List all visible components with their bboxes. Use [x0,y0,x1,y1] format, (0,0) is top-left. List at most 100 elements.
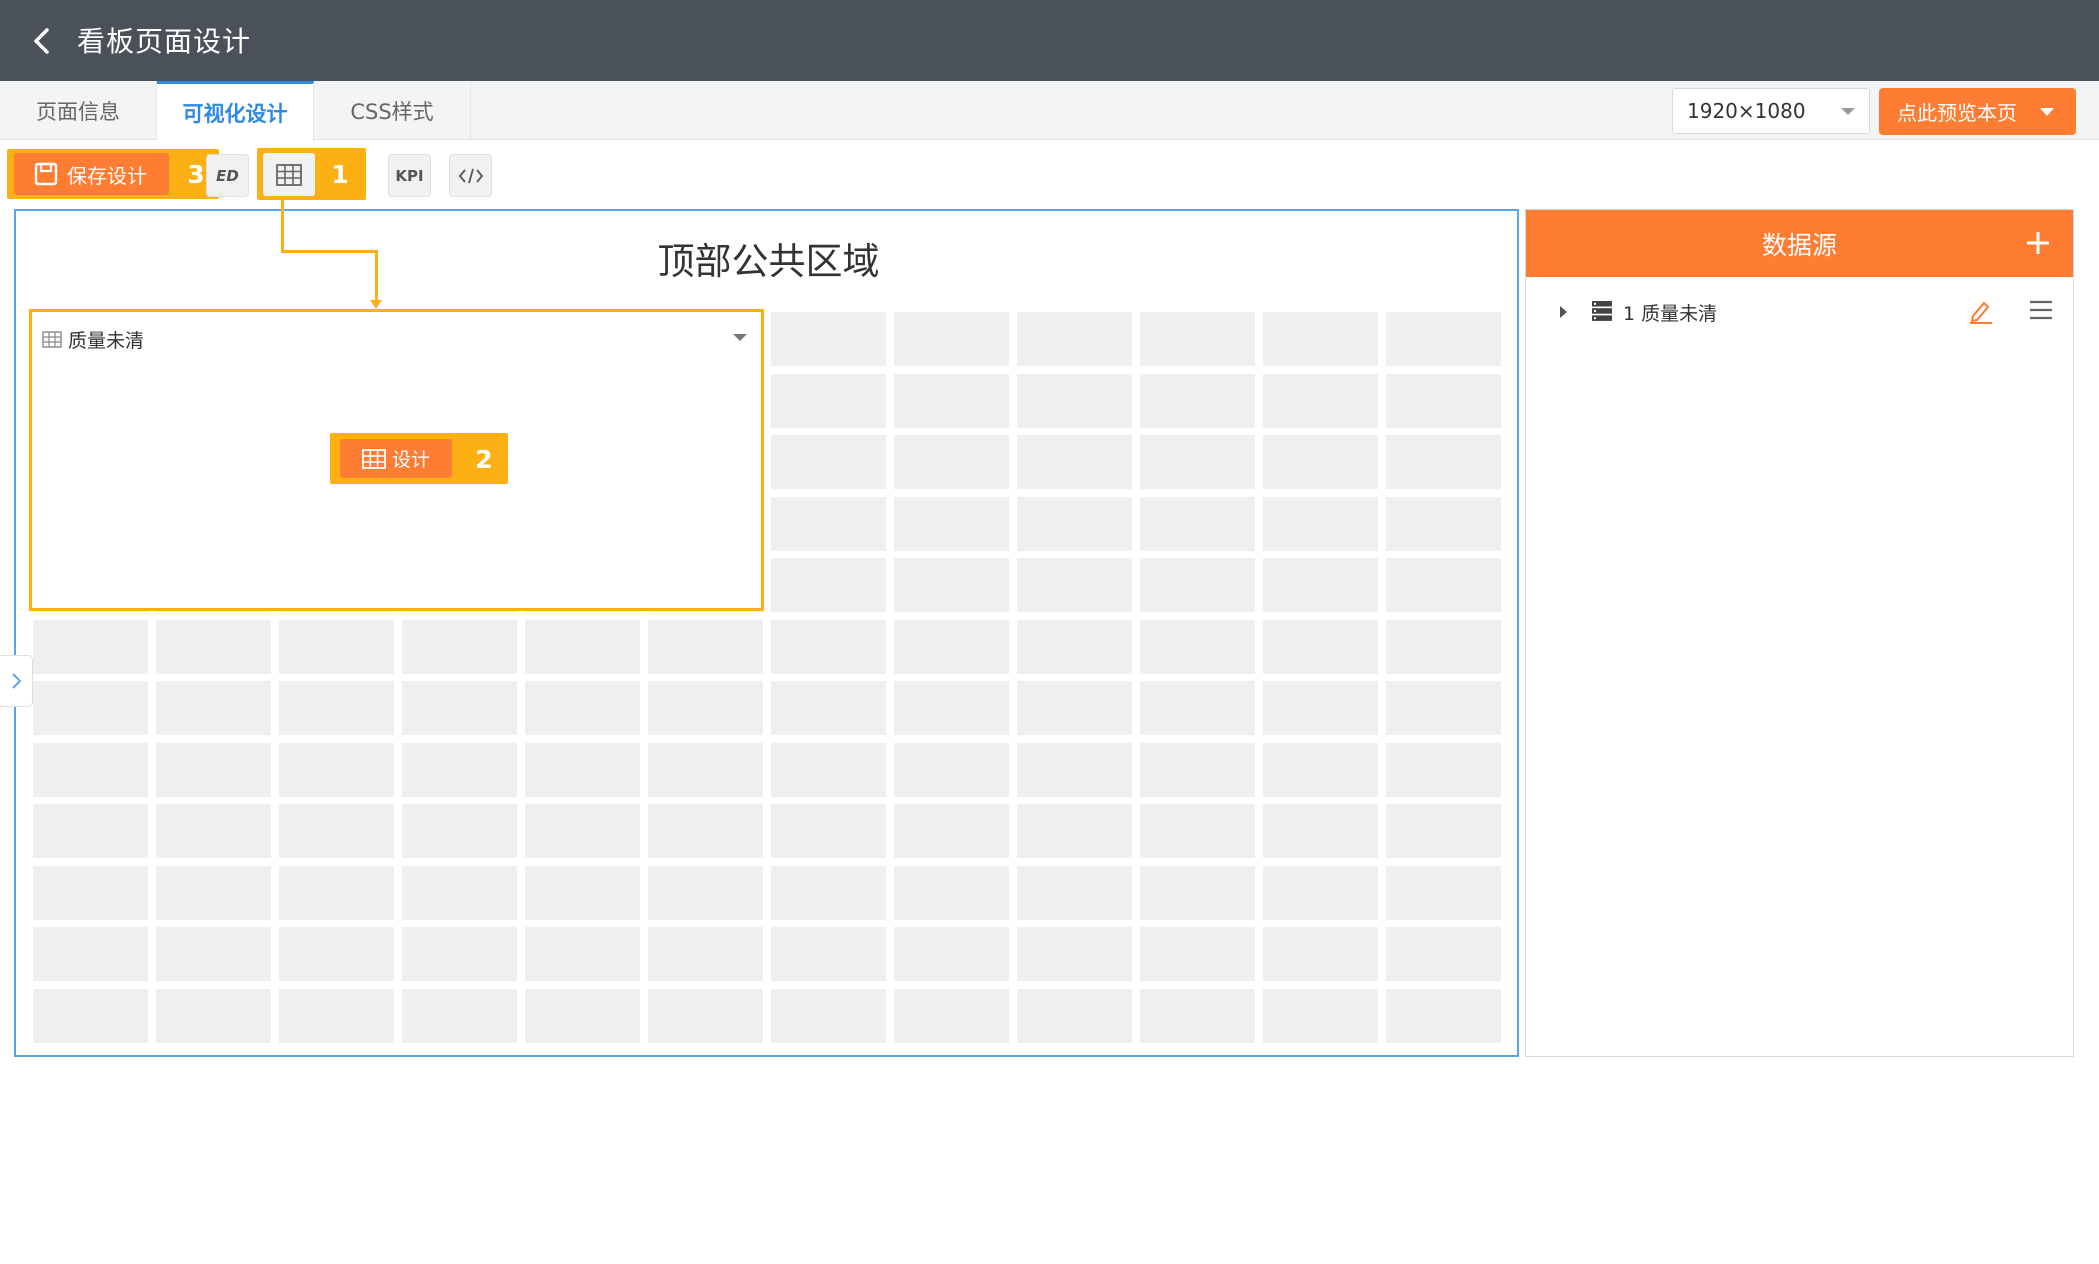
grid-cell[interactable] [156,865,271,920]
grid-cell[interactable] [33,804,148,858]
grid-cell[interactable] [279,804,394,858]
grid-cell[interactable] [1140,988,1255,1043]
grid-cell[interactable] [1386,619,1501,674]
grid-cell[interactable] [279,742,394,797]
expand-triangle-icon[interactable] [1560,306,1567,318]
datasource-item[interactable]: 1 质量未清 [1526,286,2073,336]
grid-cell[interactable] [1140,373,1255,428]
grid-cell[interactable] [402,804,517,858]
grid-cell[interactable] [1140,619,1255,674]
grid-cell[interactable] [648,742,763,797]
grid-cell[interactable] [1386,312,1501,366]
tab-page-info[interactable]: 页面信息 [0,81,157,140]
widget-design-button[interactable]: 设计 [340,439,452,478]
plus-icon[interactable] [2023,228,2053,258]
grid-cell[interactable] [1386,681,1501,735]
grid-cell[interactable] [525,742,640,797]
grid-cell[interactable] [1263,742,1378,797]
grid-cell[interactable] [648,619,763,674]
kpi-widget-button[interactable]: KPI [388,154,431,197]
grid-cell[interactable] [771,927,886,981]
grid-cell[interactable] [1140,312,1255,366]
edit-pencil-icon[interactable] [1967,296,1995,324]
grid-cell[interactable] [1017,312,1132,366]
grid-cell[interactable] [525,619,640,674]
grid-cell[interactable] [1263,927,1378,981]
grid-cell[interactable] [771,988,886,1043]
grid-cell[interactable] [33,865,148,920]
grid-cell[interactable] [1017,619,1132,674]
grid-cell[interactable] [33,988,148,1043]
grid-cell[interactable] [525,804,640,858]
grid-cell[interactable] [156,988,271,1043]
grid-cell[interactable] [402,681,517,735]
grid-cell[interactable] [771,742,886,797]
grid-cell[interactable] [1263,435,1378,489]
grid-cell[interactable] [1017,681,1132,735]
grid-cell[interactable] [894,373,1009,428]
grid-cell[interactable] [1386,496,1501,551]
grid-cell[interactable] [894,558,1009,612]
grid-cell[interactable] [771,373,886,428]
grid-cell[interactable] [1017,496,1132,551]
grid-cell[interactable] [894,435,1009,489]
grid-cell[interactable] [33,619,148,674]
grid-cell[interactable] [1263,988,1378,1043]
grid-cell[interactable] [1140,496,1255,551]
grid-cell[interactable] [1017,435,1132,489]
dropdown-caret-icon[interactable] [733,334,747,341]
grid-cell[interactable] [156,681,271,735]
grid-cell[interactable] [1386,373,1501,428]
grid-cell[interactable] [1263,558,1378,612]
grid-cell[interactable] [648,865,763,920]
grid-cell[interactable] [894,312,1009,366]
grid-cell[interactable] [1140,804,1255,858]
grid-cell[interactable] [1386,804,1501,858]
grid-cell[interactable] [771,619,886,674]
grid-cell[interactable] [771,496,886,551]
grid-cell[interactable] [1140,435,1255,489]
grid-cell[interactable] [156,619,271,674]
grid-cell[interactable] [894,496,1009,551]
preview-button[interactable]: 点此预览本页 [1879,88,2076,135]
table-widget-button[interactable] [263,153,315,196]
resolution-select[interactable]: 1920×1080 [1672,88,1870,134]
grid-cell[interactable] [648,927,763,981]
grid-cell[interactable] [1386,988,1501,1043]
grid-cell[interactable] [771,435,886,489]
grid-cell[interactable] [402,742,517,797]
grid-cell[interactable] [33,742,148,797]
grid-cell[interactable] [648,804,763,858]
sidebar-toggle[interactable] [0,655,33,707]
code-widget-button[interactable] [449,154,492,197]
menu-icon[interactable] [2028,298,2054,322]
grid-cell[interactable] [1017,927,1132,981]
grid-cell[interactable] [402,927,517,981]
grid-cell[interactable] [771,681,886,735]
grid-cell[interactable] [894,927,1009,981]
grid-cell[interactable] [1263,373,1378,428]
grid-cell[interactable] [1017,804,1132,858]
grid-cell[interactable] [1386,435,1501,489]
grid-cell[interactable] [33,681,148,735]
grid-cell[interactable] [279,865,394,920]
grid-cell[interactable] [894,804,1009,858]
grid-cell[interactable] [1017,865,1132,920]
grid-cell[interactable] [33,927,148,981]
grid-cell[interactable] [1017,742,1132,797]
grid-cell[interactable] [525,988,640,1043]
grid-cell[interactable] [1140,865,1255,920]
grid-cell[interactable] [1263,681,1378,735]
grid-cell[interactable] [1263,865,1378,920]
grid-cell[interactable] [1140,927,1255,981]
grid-cell[interactable] [1017,988,1132,1043]
grid-cell[interactable] [1140,742,1255,797]
grid-cell[interactable] [1140,681,1255,735]
grid-cell[interactable] [402,865,517,920]
grid-cell[interactable] [1386,865,1501,920]
grid-cell[interactable] [1263,496,1378,551]
grid-cell[interactable] [1017,558,1132,612]
grid-cell[interactable] [402,988,517,1043]
grid-cell[interactable] [1140,558,1255,612]
grid-cell[interactable] [525,865,640,920]
